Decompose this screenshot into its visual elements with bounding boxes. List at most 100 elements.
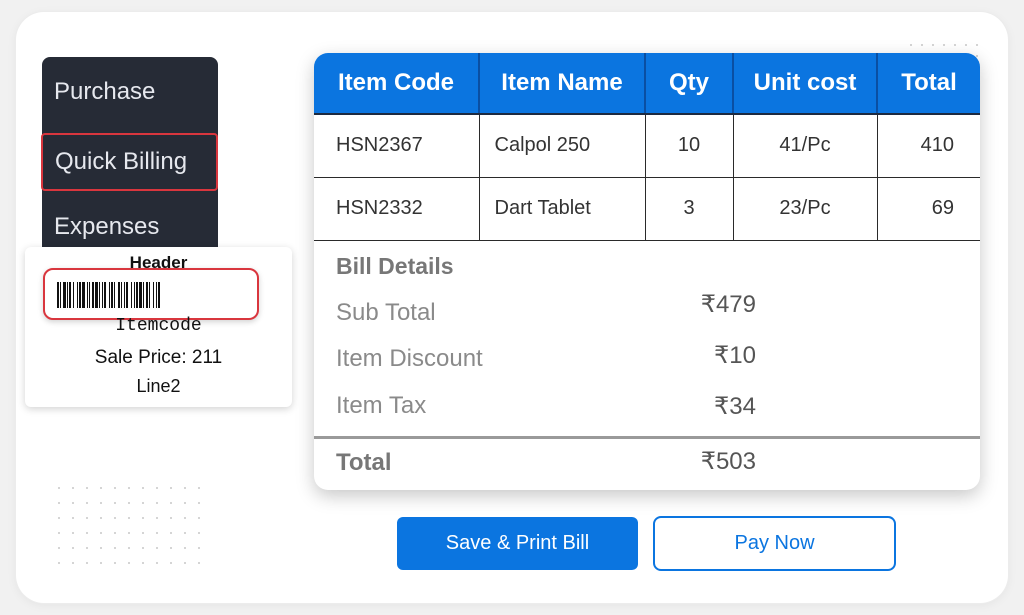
cell-item-name: Calpol 250 bbox=[479, 114, 646, 178]
cell-total: 69 bbox=[877, 177, 980, 241]
dot bbox=[142, 562, 144, 564]
dot bbox=[142, 502, 144, 504]
table-header-row: Item Code Item Name Qty Unit cost Total bbox=[314, 53, 980, 115]
dot bbox=[170, 502, 172, 504]
dot bbox=[954, 44, 956, 46]
dot bbox=[184, 517, 186, 519]
barcode-bar bbox=[82, 282, 85, 308]
dot bbox=[86, 502, 88, 504]
barcode-bar bbox=[131, 282, 132, 308]
total-label: Total bbox=[336, 449, 392, 476]
dot bbox=[156, 517, 158, 519]
dot bbox=[100, 502, 102, 504]
barcode-bar bbox=[73, 282, 74, 308]
dot bbox=[58, 487, 60, 489]
table-row[interactable]: HSN2332 Dart Tablet 3 23/Pc 69 bbox=[314, 177, 980, 241]
dot bbox=[170, 517, 172, 519]
dot bbox=[128, 517, 130, 519]
dot bbox=[86, 532, 88, 534]
barcode-bar bbox=[149, 282, 150, 308]
dot bbox=[142, 517, 144, 519]
dot bbox=[100, 517, 102, 519]
dot bbox=[114, 502, 116, 504]
barcode-bar bbox=[153, 282, 154, 308]
barcode-label-card: Header Itemcode Sale Price: 211 Line2 bbox=[25, 247, 292, 407]
barcode-bar bbox=[134, 282, 135, 308]
column-header-item-code: Item Code bbox=[314, 53, 480, 115]
dot bbox=[58, 562, 60, 564]
dot bbox=[142, 547, 144, 549]
dot bbox=[72, 487, 74, 489]
cell-item-code: HSN2332 bbox=[314, 177, 480, 241]
dot bbox=[100, 532, 102, 534]
label-line2: Line2 bbox=[136, 376, 181, 396]
bill-items-table: Item Code Item Name Qty Unit cost Total … bbox=[314, 53, 980, 241]
dot bbox=[184, 487, 186, 489]
dot bbox=[100, 562, 102, 564]
dot bbox=[58, 547, 60, 549]
dot bbox=[156, 547, 158, 549]
sub-total-label: Sub Total bbox=[336, 299, 436, 326]
barcode-bar bbox=[60, 282, 61, 308]
dot bbox=[156, 562, 158, 564]
dot bbox=[86, 487, 88, 489]
barcode-bar bbox=[156, 282, 157, 308]
dot bbox=[72, 517, 74, 519]
cell-total: 410 bbox=[877, 114, 980, 178]
save-print-bill-button[interactable]: Save & Print Bill bbox=[397, 517, 638, 570]
dot bbox=[170, 532, 172, 534]
dot bbox=[156, 487, 158, 489]
barcode-bar bbox=[118, 282, 120, 308]
dot bbox=[932, 44, 934, 46]
barcode-bar bbox=[102, 282, 103, 308]
barcode-bar bbox=[99, 282, 100, 308]
sidebar-item-label: Purchase bbox=[54, 78, 156, 105]
dot bbox=[72, 532, 74, 534]
pay-now-button[interactable]: Pay Now bbox=[653, 516, 896, 571]
dot bbox=[198, 547, 200, 549]
sidebar: Purchase Quick Billing Expenses bbox=[41, 57, 218, 252]
column-header-unit-cost: Unit cost bbox=[733, 53, 878, 115]
dot bbox=[170, 547, 172, 549]
barcode-bar bbox=[136, 282, 138, 308]
column-header-total: Total bbox=[877, 53, 980, 115]
column-header-qty: Qty bbox=[645, 53, 734, 115]
dot bbox=[198, 502, 200, 504]
dot bbox=[198, 517, 200, 519]
cell-qty: 10 bbox=[645, 114, 734, 178]
table-row[interactable]: HSN2367 Calpol 250 10 41/Pc 410 bbox=[314, 114, 980, 178]
sidebar-item-quick-billing[interactable]: Quick Billing bbox=[41, 133, 218, 191]
barcode-bar bbox=[121, 282, 122, 308]
barcode-bar bbox=[67, 282, 68, 308]
bill-details-title: Bill Details bbox=[336, 253, 454, 279]
dot bbox=[72, 547, 74, 549]
item-tax-value: ₹34 bbox=[714, 393, 756, 420]
cell-item-code: HSN2367 bbox=[314, 114, 480, 178]
barcode-bar bbox=[63, 282, 66, 308]
item-tax-label: Item Tax bbox=[336, 392, 427, 419]
dot bbox=[198, 562, 200, 564]
dot bbox=[58, 517, 60, 519]
item-discount-value: ₹10 bbox=[714, 342, 756, 369]
dot bbox=[156, 532, 158, 534]
item-discount-label: Item Discount bbox=[336, 345, 483, 372]
sidebar-item-label: Expenses bbox=[54, 213, 160, 240]
dot bbox=[156, 502, 158, 504]
dot bbox=[128, 562, 130, 564]
barcode-bar bbox=[111, 282, 113, 308]
barcode-bar bbox=[124, 282, 125, 308]
dot bbox=[184, 547, 186, 549]
cell-item-name: Dart Tablet bbox=[479, 177, 646, 241]
dot bbox=[910, 44, 912, 46]
dot bbox=[184, 562, 186, 564]
barcode-bar bbox=[77, 282, 78, 308]
dot bbox=[976, 44, 978, 46]
sidebar-item-purchase[interactable]: Purchase bbox=[42, 63, 218, 121]
dot bbox=[170, 562, 172, 564]
barcode-bar bbox=[89, 282, 90, 308]
dot bbox=[921, 44, 923, 46]
dot bbox=[128, 487, 130, 489]
dot bbox=[86, 517, 88, 519]
barcode-highlight[interactable] bbox=[43, 268, 259, 320]
dot bbox=[142, 532, 144, 534]
